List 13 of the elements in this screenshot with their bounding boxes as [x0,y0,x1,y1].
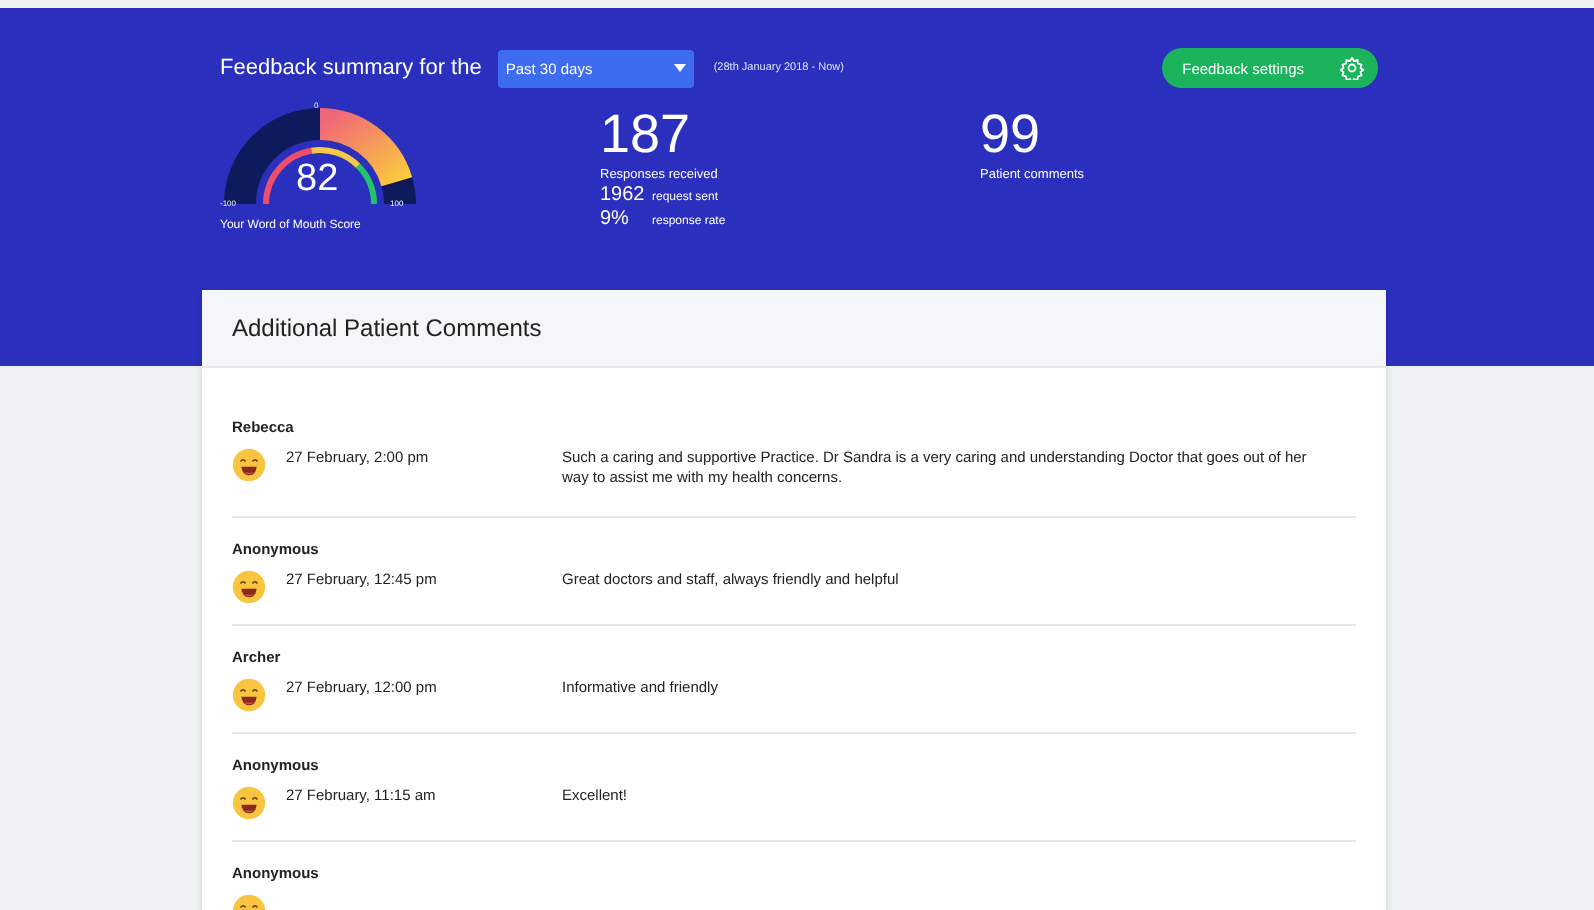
responses-count: 187 [600,104,693,164]
score-value: 82 [296,158,339,202]
settings-icon [1340,56,1364,80]
smiley-icon [232,448,266,482]
comments-count: 99 [980,104,1043,164]
smiley-icon [232,786,266,820]
summary-title: Feedback summary for the [220,56,482,80]
requests-count: 1962 [600,184,640,206]
response-rate: 9% [600,208,631,230]
smiley-icon [232,678,266,712]
card-title: Additional Patient Comments [232,314,542,342]
smiley-icon [232,570,266,604]
caret-icon [673,64,686,72]
